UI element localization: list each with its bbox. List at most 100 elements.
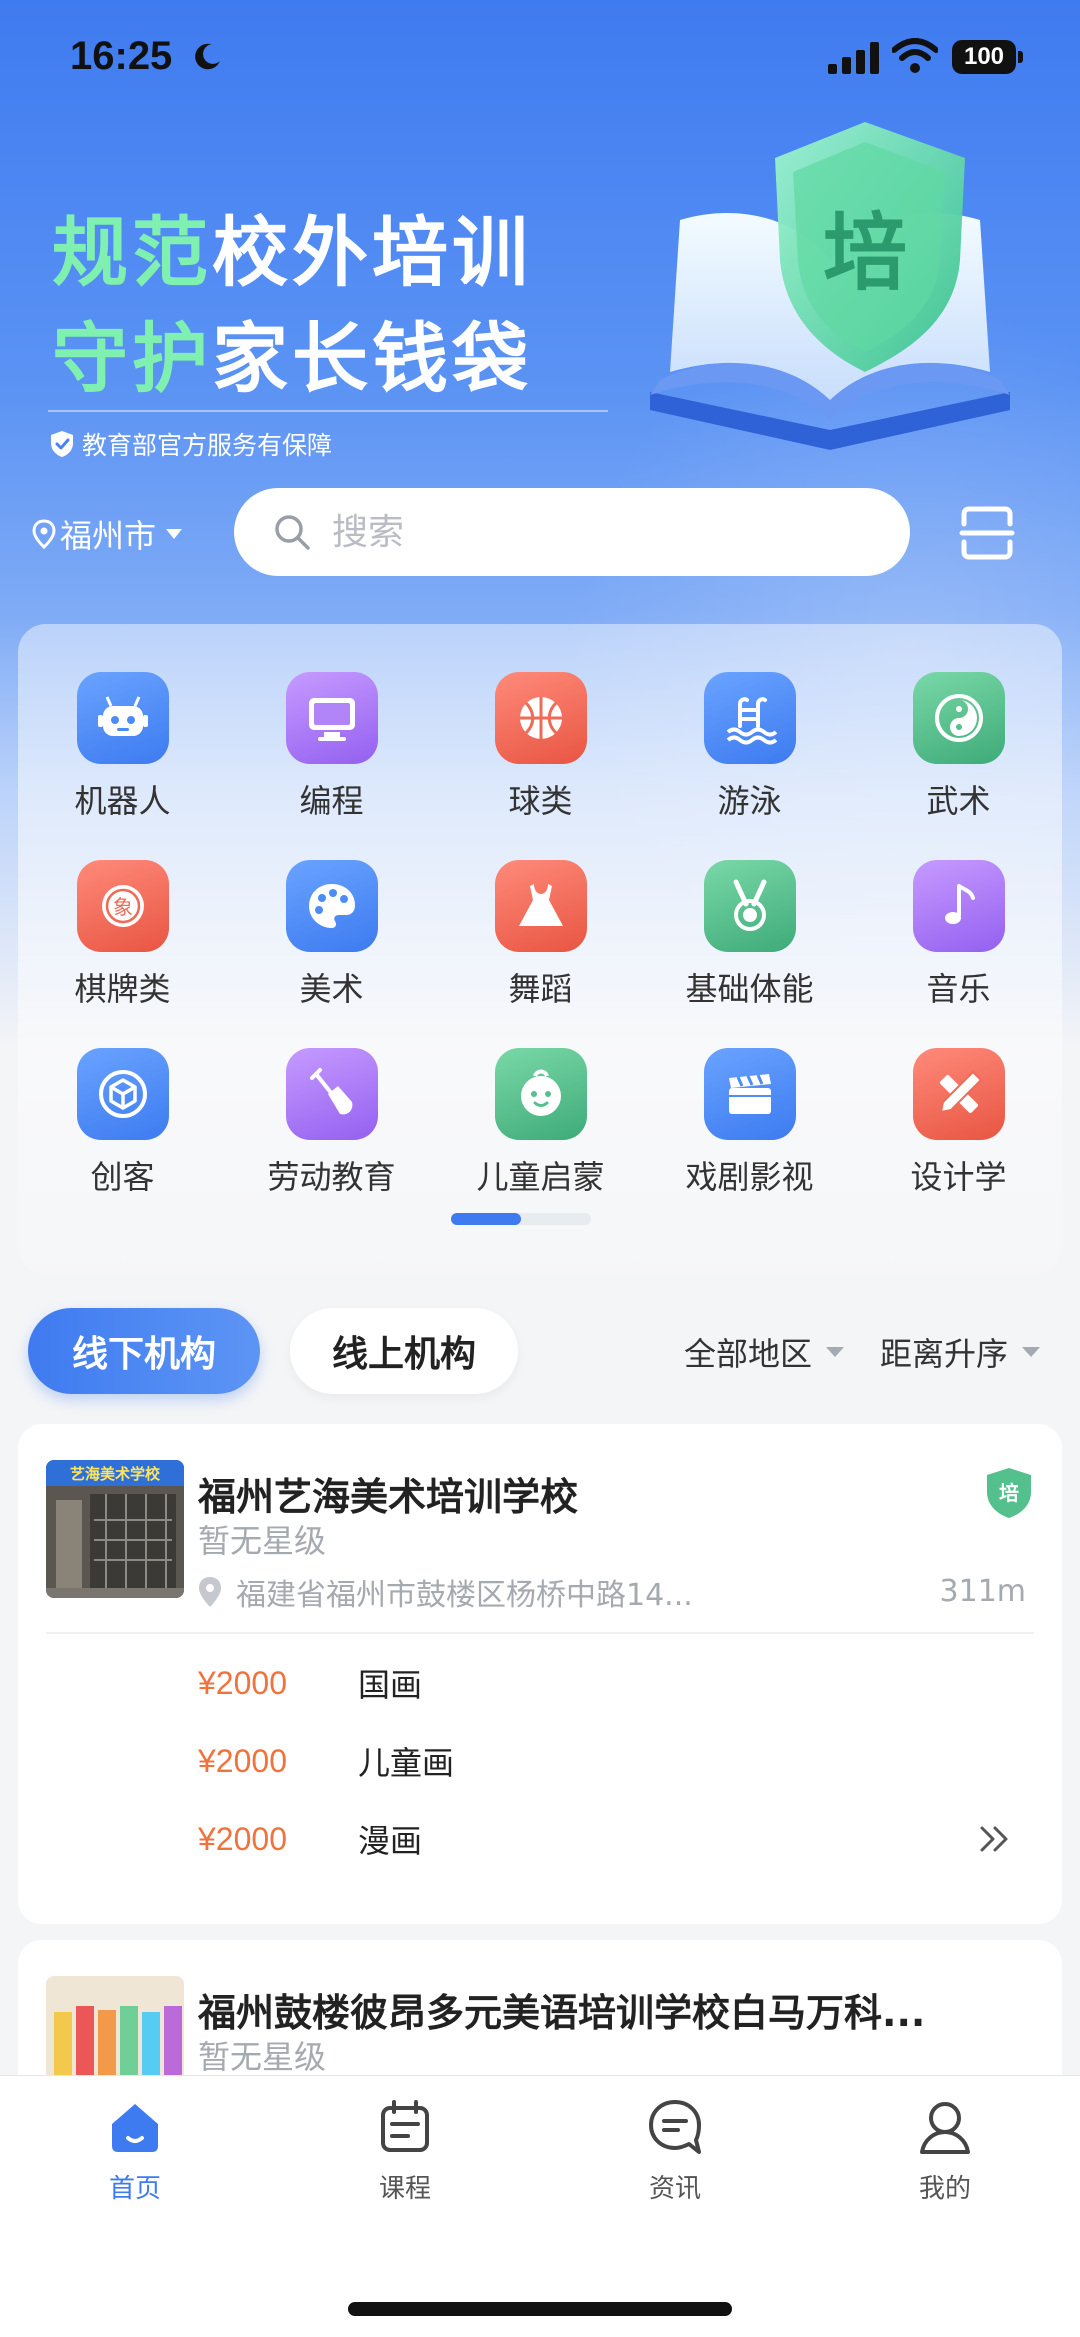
search-input[interactable]: [332, 511, 892, 553]
category-fitness[interactable]: 基础体能: [645, 860, 854, 1010]
yin-yang-icon: [912, 672, 1005, 764]
banner-slogan: 规范校外培训 守护家长钱袋: [52, 200, 532, 412]
slogan-line-1: 规范校外培训: [52, 200, 532, 306]
slogan-line-2: 守护家长钱袋: [52, 306, 532, 412]
caret-down-icon: [166, 529, 183, 539]
course-price: ¥2000: [198, 1742, 287, 1779]
course-row[interactable]: ¥2000 漫画: [198, 1814, 422, 1864]
nav-home[interactable]: 首页: [45, 2096, 225, 2205]
svg-text:象: 象: [113, 895, 133, 919]
category-label: 棋牌类: [74, 970, 171, 1008]
category-programming[interactable]: 编程: [227, 672, 436, 822]
tab-online-institutions[interactable]: 线上机构: [290, 1308, 518, 1394]
category-label: 儿童启蒙: [476, 1158, 605, 1196]
thumb-sign-text: 艺海美术学校: [70, 1465, 161, 1483]
school-name: 福州艺海美术培训学校: [198, 1475, 579, 1519]
course-name: 儿童画: [358, 1744, 455, 1782]
city-name: 福州市: [60, 517, 157, 555]
course-price: ¥2000: [198, 1664, 287, 1701]
search-box[interactable]: [234, 488, 910, 576]
category-design[interactable]: 设计学: [854, 1048, 1063, 1198]
nav-label: 我的: [918, 2174, 971, 2204]
shovel-icon: [285, 1048, 378, 1140]
page-indicator-active: [451, 1213, 521, 1225]
category-labor-education[interactable]: 劳动教育: [227, 1048, 436, 1198]
category-swimming[interactable]: 游泳: [645, 672, 854, 822]
category-label: 美术: [299, 970, 364, 1008]
region-filter-label: 全部地区: [684, 1335, 813, 1373]
basketball-icon: [494, 672, 587, 764]
category-label: 编程: [299, 782, 364, 820]
baby-face-icon: [494, 1048, 587, 1140]
location-pin-icon: [199, 1577, 221, 1607]
calendar-icon: [381, 2100, 429, 2152]
category-music[interactable]: 音乐: [854, 860, 1063, 1010]
sort-filter[interactable]: 距离升序: [880, 1330, 1042, 1374]
category-label: 创客: [90, 1158, 155, 1196]
course-row[interactable]: ¥2000 儿童画: [198, 1736, 454, 1786]
category-label: 劳动教育: [267, 1158, 396, 1196]
medal-icon: [703, 860, 796, 952]
sort-filter-label: 距离升序: [880, 1335, 1009, 1373]
nav-label: 课程: [378, 2174, 431, 2204]
guarantee-text: 教育部官方服务有保障: [82, 431, 333, 460]
dress-icon: [494, 860, 587, 952]
triangle-down-icon: [1022, 1347, 1041, 1357]
category-chess-cards[interactable]: 象 棋牌类: [18, 860, 227, 1010]
category-ball-sports[interactable]: 球类: [436, 672, 645, 822]
school-card[interactable]: 艺海美术学校 福州艺海美术培训学校 暂无星级 培 福建省福州市鼓楼区杨桥中路14…: [18, 1424, 1062, 1924]
category-maker[interactable]: 创客: [18, 1048, 227, 1198]
chat-bubble-icon: [649, 2100, 701, 2154]
hero-banner: 16:25 100 规范校外培训 守护家长钱袋 教育部官方服务有保障 培 福州市…: [0, 0, 1080, 1280]
category-drama-film[interactable]: 戏剧影视: [645, 1048, 854, 1198]
guarantee-note: 教育部官方服务有保障: [50, 424, 332, 464]
book-shield-illustration: 培: [650, 122, 1010, 450]
school-rating: 暂无星级: [198, 2038, 327, 2076]
tab-offline-institutions[interactable]: 线下机构: [28, 1308, 260, 1394]
cube-icon: [76, 1048, 169, 1140]
school-name: 福州鼓楼彼昂多元美语培训学校白马万科...: [198, 1991, 926, 2035]
course-row[interactable]: ¥2000 国画: [198, 1658, 422, 1708]
category-label: 游泳: [717, 782, 782, 820]
category-label: 舞蹈: [508, 970, 573, 1008]
category-label: 机器人: [74, 782, 171, 820]
card-divider: [46, 1632, 1034, 1634]
location-pin-icon: [32, 519, 56, 549]
moon-icon: [195, 43, 220, 70]
slogan-text-1: 校外培训: [212, 208, 532, 297]
nav-label: 首页: [108, 2174, 161, 2204]
category-robot[interactable]: 机器人: [18, 672, 227, 822]
slogan-highlight-1: 规范: [52, 208, 212, 297]
city-selector[interactable]: 福州市: [32, 510, 184, 558]
category-label: 设计学: [910, 1158, 1007, 1196]
badge-char: 培: [999, 1481, 1019, 1505]
scan-icon[interactable]: [958, 504, 1016, 562]
nav-label: 资讯: [648, 2174, 701, 2204]
region-filter[interactable]: 全部地区: [684, 1330, 846, 1374]
battery-indicator: 100: [952, 40, 1024, 74]
course-name: 漫画: [358, 1822, 423, 1860]
category-panel: 机器人 编程 球类 游泳 武术 象 棋牌类 美术 舞蹈 基础体能 音乐 创客 劳…: [18, 624, 1062, 1274]
nav-news[interactable]: 资讯: [585, 2096, 765, 2205]
category-art[interactable]: 美术: [227, 860, 436, 1010]
clapperboard-icon: [703, 1048, 796, 1140]
slogan-highlight-2: 守护: [52, 314, 212, 403]
double-chevron-right-icon[interactable]: [978, 1824, 1012, 1854]
bottom-navigation: 首页 课程 资讯 我的: [0, 2075, 1080, 2337]
slogan-divider: [48, 410, 608, 412]
category-martial-arts[interactable]: 武术: [854, 672, 1063, 822]
chess-piece-icon: 象: [76, 860, 169, 952]
category-grid: 机器人 编程 球类 游泳 武术 象 棋牌类 美术 舞蹈 基础体能 音乐 创客 劳…: [18, 672, 1062, 1198]
status-time: 16:25: [70, 34, 173, 78]
category-label: 球类: [508, 782, 573, 820]
cellular-signal-icon: [828, 42, 879, 74]
home-indicator: [348, 2302, 732, 2316]
category-label: 音乐: [926, 970, 991, 1008]
wifi-icon: [892, 38, 938, 73]
nav-courses[interactable]: 课程: [315, 2096, 495, 2205]
battery-level: 100: [952, 40, 1016, 74]
ruler-pencil-icon: [912, 1048, 1005, 1140]
nav-profile[interactable]: 我的: [855, 2096, 1035, 2205]
category-child-enlightenment[interactable]: 儿童启蒙: [436, 1048, 645, 1198]
category-dance[interactable]: 舞蹈: [436, 860, 645, 1010]
